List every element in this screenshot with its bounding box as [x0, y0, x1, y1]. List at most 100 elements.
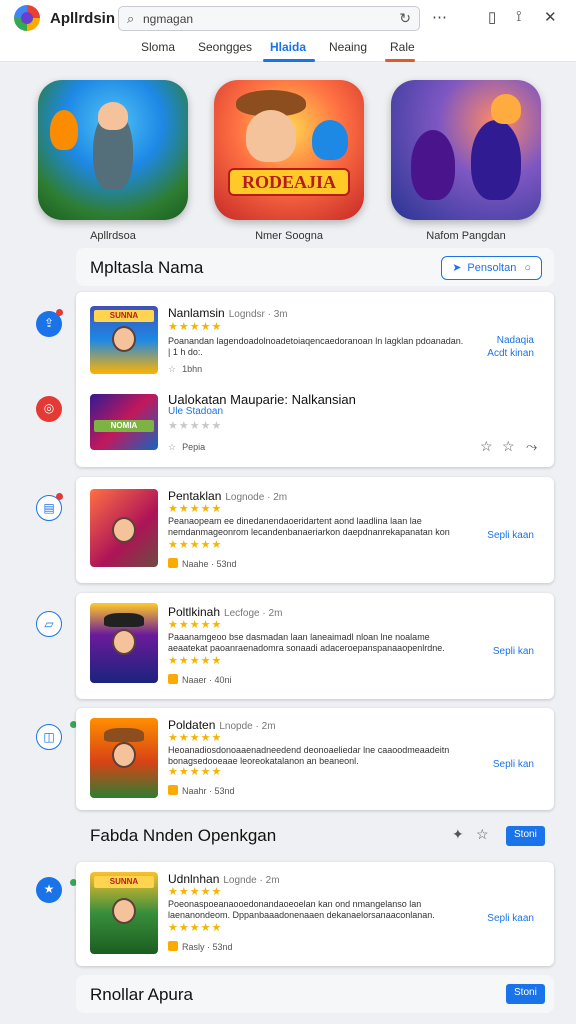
rating-stars: ★★★★★ [168, 732, 223, 744]
section-header-3: Rnollar Apura Stoni [76, 975, 554, 1013]
app-thumbnail[interactable]: NOMIA [90, 394, 158, 450]
fireball-art [491, 94, 521, 124]
thumb-face-art [112, 326, 136, 352]
section-2-button[interactable]: Stoni [506, 826, 545, 846]
rating-stars-secondary: ★★★★★ [168, 539, 223, 551]
thumb-face-art [112, 629, 136, 655]
badge-icon [168, 674, 178, 684]
tab-neaing[interactable]: Neaing [329, 40, 367, 54]
search-icon: ⌕ [127, 11, 135, 26]
app-thumbnail[interactable] [90, 718, 158, 798]
star-icon[interactable]: ☆ [476, 826, 489, 843]
rating-stars: ★★★★★ [168, 321, 223, 333]
sidekick-art [312, 120, 348, 160]
rail-star-button[interactable]: ★ [36, 877, 62, 903]
app-subtitle: Lognode · 2m [225, 492, 288, 503]
app-subtitle: Lnopde · 2m [219, 721, 276, 732]
app-title-text: Nanlamsin [168, 306, 225, 320]
section-3-button[interactable]: Stoni [506, 984, 545, 1004]
thumb-banner: NOMIA [94, 420, 154, 432]
app-title[interactable]: Ualokatan Mauparie: Nalkansian [168, 392, 356, 407]
more-icon[interactable]: ⋯ [432, 8, 447, 26]
app-description: Heoanadiosdonoaaenadneedend deonoaelieda… [168, 745, 450, 766]
rating-stars: ★★★★★ [168, 503, 223, 515]
rating-stars-secondary: ★★★★★ [168, 766, 223, 778]
search-box[interactable]: ⌕ ↻ [118, 6, 420, 31]
app-description: Poeonaspoeanaooedonandaoeoelan kan ond n… [168, 899, 435, 920]
circle-icon: ○ [524, 262, 531, 274]
app-link[interactable]: Sepli kaan [454, 912, 534, 925]
pin-icon[interactable]: ✦ [452, 826, 464, 843]
bird-icon: ➤ [452, 262, 462, 274]
close-icon[interactable]: ✕ [544, 8, 557, 26]
app-link[interactable]: Sepli kaan [454, 529, 534, 542]
section-1-action-label: Pensoltan [467, 262, 517, 274]
app-title[interactable]: Pentaklan Lognode · 2m [168, 489, 287, 503]
app-link[interactable]: Nadaqia Acdt kinan [454, 334, 534, 360]
app-meta: Naaer · 40ni [168, 674, 232, 685]
tab-bar: Sloma Seongges Hlaida Neaing Rale [0, 36, 576, 62]
tab-sloma[interactable]: Sloma [141, 40, 175, 54]
app-meta: Rasly · 53nd [168, 941, 233, 952]
rating-stars: ★★★★★ [168, 619, 223, 631]
tab-rale[interactable]: Rale [390, 40, 415, 54]
pin-icon[interactable]: ⟟ [516, 8, 522, 25]
section-title-2: Fabda Nnden Openkgan [90, 826, 277, 845]
app-card: Poldaten Lnopde · 2m ★★★★★ Heoanadiosdono… [76, 708, 554, 810]
app-thumbnail[interactable] [90, 603, 158, 683]
app-meta-text: 1bhn [182, 364, 203, 374]
rail-folder-button[interactable]: ▱ [36, 611, 62, 637]
share-icon[interactable]: ⤳ [526, 438, 537, 455]
thumb-banner: SUNNA [94, 310, 154, 322]
app-title[interactable]: Poldaten Lnopde · 2m [168, 718, 276, 732]
rail-record-button[interactable]: ◎ [36, 396, 62, 422]
app-title[interactable]: Nanlamsin Logndsr · 3m [168, 306, 288, 320]
favorite-icon[interactable]: ☆ [480, 438, 493, 455]
app-meta-text: Rasly · 53nd [182, 942, 233, 952]
app-description: Peanaopeam ee dinedanendaoeridartent aon… [168, 516, 450, 537]
rail-camera-button[interactable]: ◫ [36, 724, 62, 750]
tablet-icon[interactable]: ▯ [488, 8, 496, 26]
app-link[interactable]: Sepli kan [454, 758, 534, 771]
featured-label-2: Nmer Soogna [255, 230, 323, 242]
app-description: Paaanamgeoo bse dasmadan laan laneaimadl… [168, 632, 445, 653]
tab-indicator-secondary [385, 59, 415, 62]
tab-seongges[interactable]: Seongges [198, 40, 252, 54]
app-thumbnail[interactable]: SUNNA [90, 306, 158, 374]
app-meta: ☆ 1bhn [168, 364, 202, 375]
rating-stars: ★★★★★ [168, 886, 223, 898]
app-thumbnail[interactable]: SUNNA [90, 872, 158, 954]
section-header-1: Mpltasla Nama ➤ Pensoltan ○ [76, 248, 554, 286]
bookmark-icon[interactable]: ☆ [502, 438, 515, 455]
search-input[interactable] [143, 10, 383, 28]
app-card: Pentaklan Lognode · 2m ★★★★★ Peanaopeam e… [76, 477, 554, 583]
app-card: Poltlkinah Lecfoge · 2m ★★★★★ Paaanamgeoo… [76, 593, 554, 699]
app-meta: Naahe · 53nd [168, 558, 237, 569]
star-icon: ★ [43, 882, 55, 896]
featured-game-2[interactable]: RODEAJIA [214, 80, 364, 220]
refresh-icon[interactable]: ↻ [399, 10, 411, 27]
rating-stars-secondary: ★★★★★ [168, 922, 223, 934]
featured-game-3[interactable] [391, 80, 541, 220]
hero-face-art [98, 102, 128, 130]
record-icon: ◎ [43, 401, 55, 415]
thumb-face-art [112, 898, 136, 924]
app-title-text: Udnlnhan [168, 872, 220, 886]
app-subtitle: Lecfoge · 2m [224, 608, 283, 619]
app-link[interactable]: Sepli kan [454, 645, 534, 658]
app-title[interactable]: Udnlnhan Lognde · 2m [168, 872, 280, 886]
section-title-3: Rnollar Apura [90, 985, 194, 1004]
app-meta: Naahr · 53nd [168, 785, 235, 796]
app-meta-text: Naahr · 53nd [182, 786, 235, 796]
app-title[interactable]: Poltlkinah Lecfoge · 2m [168, 605, 282, 619]
app-card-group: SUNNA Nanlamsin Logndsr · 3m ★★★★★ Poanan… [76, 292, 554, 467]
fighter-1-art [411, 130, 455, 200]
tab-hlaida[interactable]: Hlaida [270, 40, 306, 54]
featured-game-1[interactable] [38, 80, 188, 220]
thumb-face-art [112, 517, 136, 543]
section-1-action-button[interactable]: ➤ Pensoltan ○ [441, 256, 542, 280]
badge-icon [168, 941, 178, 951]
badge-icon [168, 558, 178, 568]
app-thumbnail[interactable] [90, 489, 158, 567]
app-tag[interactable]: Ule Stadoan [168, 406, 223, 417]
